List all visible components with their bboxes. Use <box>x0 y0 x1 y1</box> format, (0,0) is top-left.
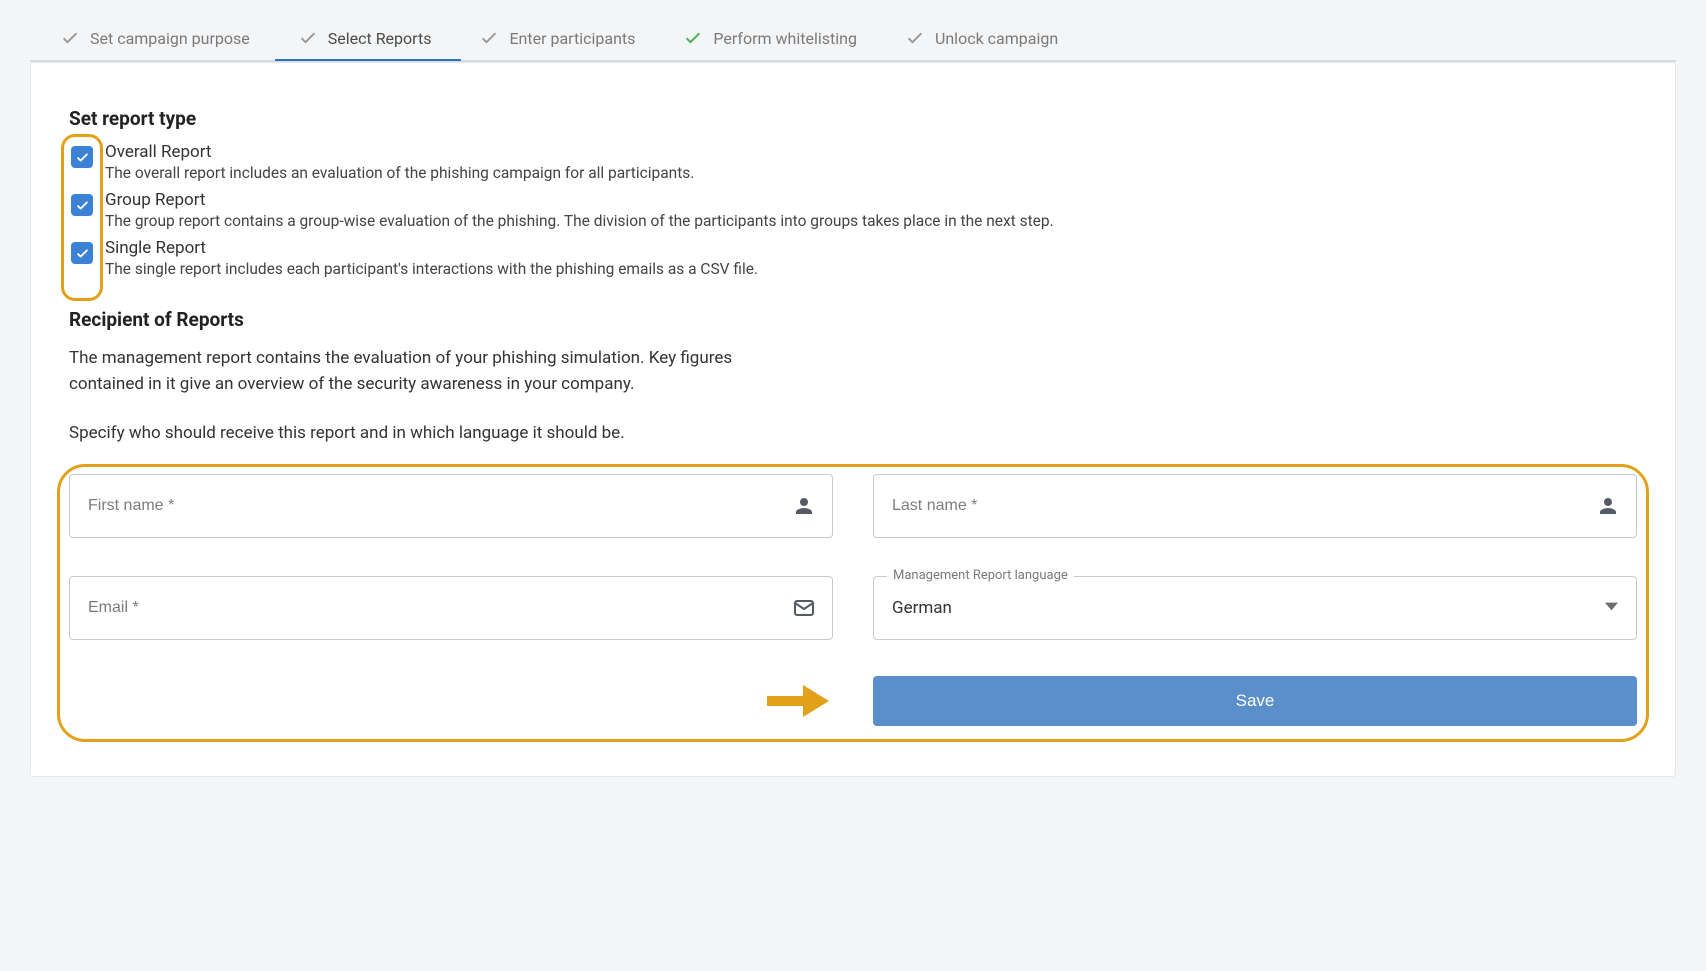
wizard-stepper: Set campaign purpose Select Reports Ente… <box>30 0 1676 60</box>
check-icon <box>905 28 925 48</box>
save-button[interactable]: Save <box>873 676 1637 726</box>
check-icon <box>75 150 90 165</box>
step-label: Set campaign purpose <box>90 29 250 48</box>
checkbox-single[interactable] <box>71 242 93 264</box>
report-option-overall: Overall Report The overall report includ… <box>71 142 1637 182</box>
language-select[interactable]: Management Report language German <box>873 576 1637 640</box>
person-icon <box>1596 494 1620 518</box>
report-option-desc: The single report includes each particip… <box>105 260 758 278</box>
stepper-active-indicator <box>275 59 461 61</box>
main-card: Set report type Overall Report The overa… <box>30 62 1676 777</box>
checkbox-overall[interactable] <box>71 146 93 168</box>
first-name-field[interactable] <box>69 474 833 538</box>
first-name-input[interactable] <box>88 497 778 515</box>
annotation-arrow-icon <box>767 685 829 717</box>
step-perform-whitelisting[interactable]: Perform whitelisting <box>683 28 857 48</box>
check-icon <box>75 246 90 261</box>
last-name-input[interactable] <box>892 497 1582 515</box>
recipient-paragraph-2: Specify who should receive this report a… <box>69 420 799 446</box>
step-enter-participants[interactable]: Enter participants <box>479 28 635 48</box>
recipient-paragraph-1: The management report contains the evalu… <box>69 345 799 398</box>
report-option-single: Single Report The single report includes… <box>71 238 1637 278</box>
report-option-desc: The overall report includes an evaluatio… <box>105 164 694 182</box>
check-icon <box>479 28 499 48</box>
person-icon <box>792 494 816 518</box>
check-icon <box>60 28 80 48</box>
report-option-title: Single Report <box>105 238 758 258</box>
last-name-field[interactable] <box>873 474 1637 538</box>
language-select-label: Management Report language <box>887 568 1074 583</box>
recipient-form-area: Management Report language German Save <box>69 468 1637 726</box>
check-icon <box>298 28 318 48</box>
chevron-down-icon <box>1605 599 1618 617</box>
recipient-heading: Recipient of Reports <box>69 308 1637 331</box>
step-label: Unlock campaign <box>935 29 1058 48</box>
check-icon <box>75 198 90 213</box>
step-select-reports[interactable]: Select Reports <box>298 28 432 48</box>
step-unlock-campaign[interactable]: Unlock campaign <box>905 28 1058 48</box>
stepper-underline <box>30 60 1676 62</box>
report-option-title: Overall Report <box>105 142 694 162</box>
step-label: Select Reports <box>328 29 432 48</box>
report-option-desc: The group report contains a group-wise e… <box>105 212 1054 230</box>
step-label: Enter participants <box>509 29 635 48</box>
report-option-title: Group Report <box>105 190 1054 210</box>
step-set-campaign-purpose[interactable]: Set campaign purpose <box>60 28 250 48</box>
step-label: Perform whitelisting <box>713 29 857 48</box>
report-option-group: Group Report The group report contains a… <box>71 190 1637 230</box>
checkbox-group[interactable] <box>71 194 93 216</box>
report-type-heading: Set report type <box>69 107 1637 130</box>
language-select-value: German <box>892 598 952 618</box>
email-field[interactable] <box>69 576 833 640</box>
mail-icon <box>792 596 816 620</box>
email-input[interactable] <box>88 599 778 617</box>
check-icon <box>683 28 703 48</box>
report-type-group: Overall Report The overall report includ… <box>69 142 1637 278</box>
